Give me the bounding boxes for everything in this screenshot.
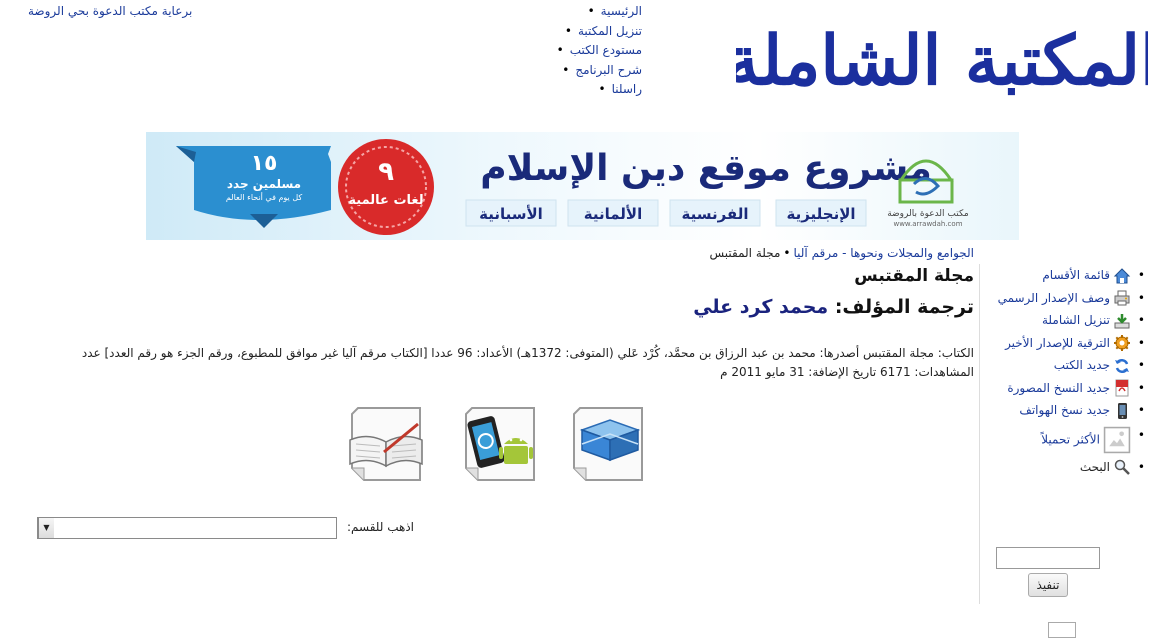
sidebar-item-label[interactable]: تنزيل الشاملة — [1042, 313, 1110, 327]
book-meta-line-2: المشاهدات: 6171 تاريخ الإضافة: 31 مايو 2… — [720, 365, 974, 379]
image-icon — [1103, 426, 1131, 453]
top-nav: الرئيسية تنزيل المكتبة مستودع الكتب شرح … — [530, 2, 642, 100]
search-label: البحث — [1079, 459, 1110, 474]
ribbon-text: مسلمين جدد — [227, 177, 301, 191]
printer-icon — [1114, 290, 1130, 306]
chevron-down-icon[interactable]: ▼ — [38, 518, 54, 538]
org-name: مكتب الدعوة بالروضة — [887, 209, 969, 219]
ribbon-sub: كل يوم في أنحاء العالم — [226, 192, 303, 202]
jump-section-label: اذهب للقسم: — [346, 520, 414, 534]
sidebar-item-release-desc[interactable]: وصف الإصدار الرسمي — [986, 289, 1145, 308]
sponsor-link[interactable]: برعاية مكتب الدعوة بحي الروضة — [28, 4, 328, 18]
nav-repository[interactable]: مستودع الكتب — [530, 41, 642, 61]
nav-home[interactable]: الرئيسية — [530, 2, 642, 22]
search-input[interactable] — [996, 547, 1100, 569]
nav-download[interactable]: تنزيل المكتبة — [530, 22, 642, 42]
phone-icon — [1118, 402, 1127, 419]
badge-text: لغات عالمية — [348, 193, 423, 208]
sidebar: قائمة الأقسام وصف الإصدار الرسمي تنزيل ا… — [979, 264, 1149, 604]
mobile-download-icon[interactable] — [458, 404, 542, 484]
online-reader-icon[interactable] — [344, 404, 428, 484]
sidebar-item-upgrade[interactable]: الترقية للإصدار الأخير — [986, 334, 1145, 353]
lang-french: الفرنسية — [681, 205, 748, 223]
sidebar-item-label[interactable]: جديد الكتب — [1054, 358, 1110, 372]
sidebar-item-most-downloaded[interactable]: الأكثر تحميلاً — [986, 426, 1145, 454]
badge-number: ٩ — [378, 157, 394, 187]
lang-german: الألمانية — [584, 205, 642, 223]
sidebar-item-new-scans[interactable]: جديد النسخ المصورة — [986, 379, 1145, 398]
promo-banner[interactable]: ١٥ مسلمين جدد كل يوم في أنحاء العالم ٩ ل… — [146, 132, 1019, 240]
nav-explanation[interactable]: شرح البرنامج — [530, 61, 642, 81]
logo-text: المكتبة الشاملة — [736, 21, 1148, 101]
sidebar-item-download[interactable]: تنزيل الشاملة — [986, 311, 1145, 330]
new-muslims-ribbon: ١٥ مسلمين جدد كل يوم في أنحاء العالم — [176, 146, 331, 228]
desktop-download-icon[interactable] — [566, 404, 650, 484]
download-icon — [1114, 313, 1130, 328]
home-icon — [1113, 267, 1131, 283]
nav-contact[interactable]: راسلنا — [530, 80, 642, 100]
breadcrumb-separator: • — [783, 246, 791, 260]
book-meta: الكتاب: مجلة المقتبس أصدرها: محمد بن عبد… — [40, 344, 974, 382]
sidebar-item-label[interactable]: جديد نسخ الهواتف — [1019, 403, 1110, 417]
banner-title: مشروع موقع دين الإسلام — [480, 148, 932, 189]
author-line: ترجمة المؤلف: محمد كرد علي — [600, 296, 974, 318]
jump-section-select[interactable]: ▼ — [37, 517, 337, 539]
book-title: مجلة المقتبس — [854, 266, 974, 286]
lang-spanish: الأسبانية — [479, 205, 543, 223]
refresh-icon — [1115, 358, 1129, 373]
sidebar-item-search: البحث — [986, 458, 1145, 477]
breadcrumb: الجوامع والمجلات ونحوها - مرقم آليا•مجلة… — [560, 246, 974, 260]
book-meta-line-1: الكتاب: مجلة المقتبس أصدرها: محمد بن عبد… — [81, 346, 974, 360]
author-label: ترجمة المؤلف: — [834, 296, 974, 318]
breadcrumb-parent[interactable]: الجوامع والمجلات ونحوها - مرقم آليا — [793, 246, 974, 260]
author-link[interactable]: محمد كرد علي — [693, 296, 828, 318]
languages-badge: ٩ لغات عالمية — [338, 139, 434, 235]
language-buttons: الأسبانية الألمانية الفرنسية الإنجليزية — [465, 199, 867, 227]
sidebar-item-label[interactable]: جديد النسخ المصورة — [1007, 381, 1110, 395]
search-icon — [1114, 459, 1130, 475]
pdf-icon — [1115, 379, 1129, 397]
sidebar-nav: قائمة الأقسام وصف الإصدار الرسمي تنزيل ا… — [980, 266, 1149, 476]
breadcrumb-current: مجلة المقتبس — [709, 246, 781, 260]
lang-english: الإنجليزية — [786, 205, 855, 223]
org-url: www.arrawdah.com — [893, 220, 962, 228]
sidebar-item-sections[interactable]: قائمة الأقسام — [986, 266, 1145, 285]
sidebar-item-label[interactable]: وصف الإصدار الرسمي — [998, 291, 1110, 305]
sidebar-item-new-books[interactable]: جديد الكتب — [986, 356, 1145, 375]
sidebar-item-label[interactable]: قائمة الأقسام — [1042, 268, 1110, 282]
site-logo[interactable]: المكتبة الشاملة — [723, 2, 1160, 120]
search-submit-button[interactable]: تنفيذ — [1028, 573, 1068, 597]
sidebar-item-label[interactable]: الترقية للإصدار الأخير — [1005, 336, 1110, 350]
ribbon-number: ١٥ — [251, 151, 278, 176]
gear-icon — [1114, 335, 1130, 351]
sidebar-item-new-phones[interactable]: جديد نسخ الهواتف — [986, 401, 1145, 420]
sidebar-item-label[interactable]: الأكثر تحميلاً — [1041, 432, 1100, 446]
